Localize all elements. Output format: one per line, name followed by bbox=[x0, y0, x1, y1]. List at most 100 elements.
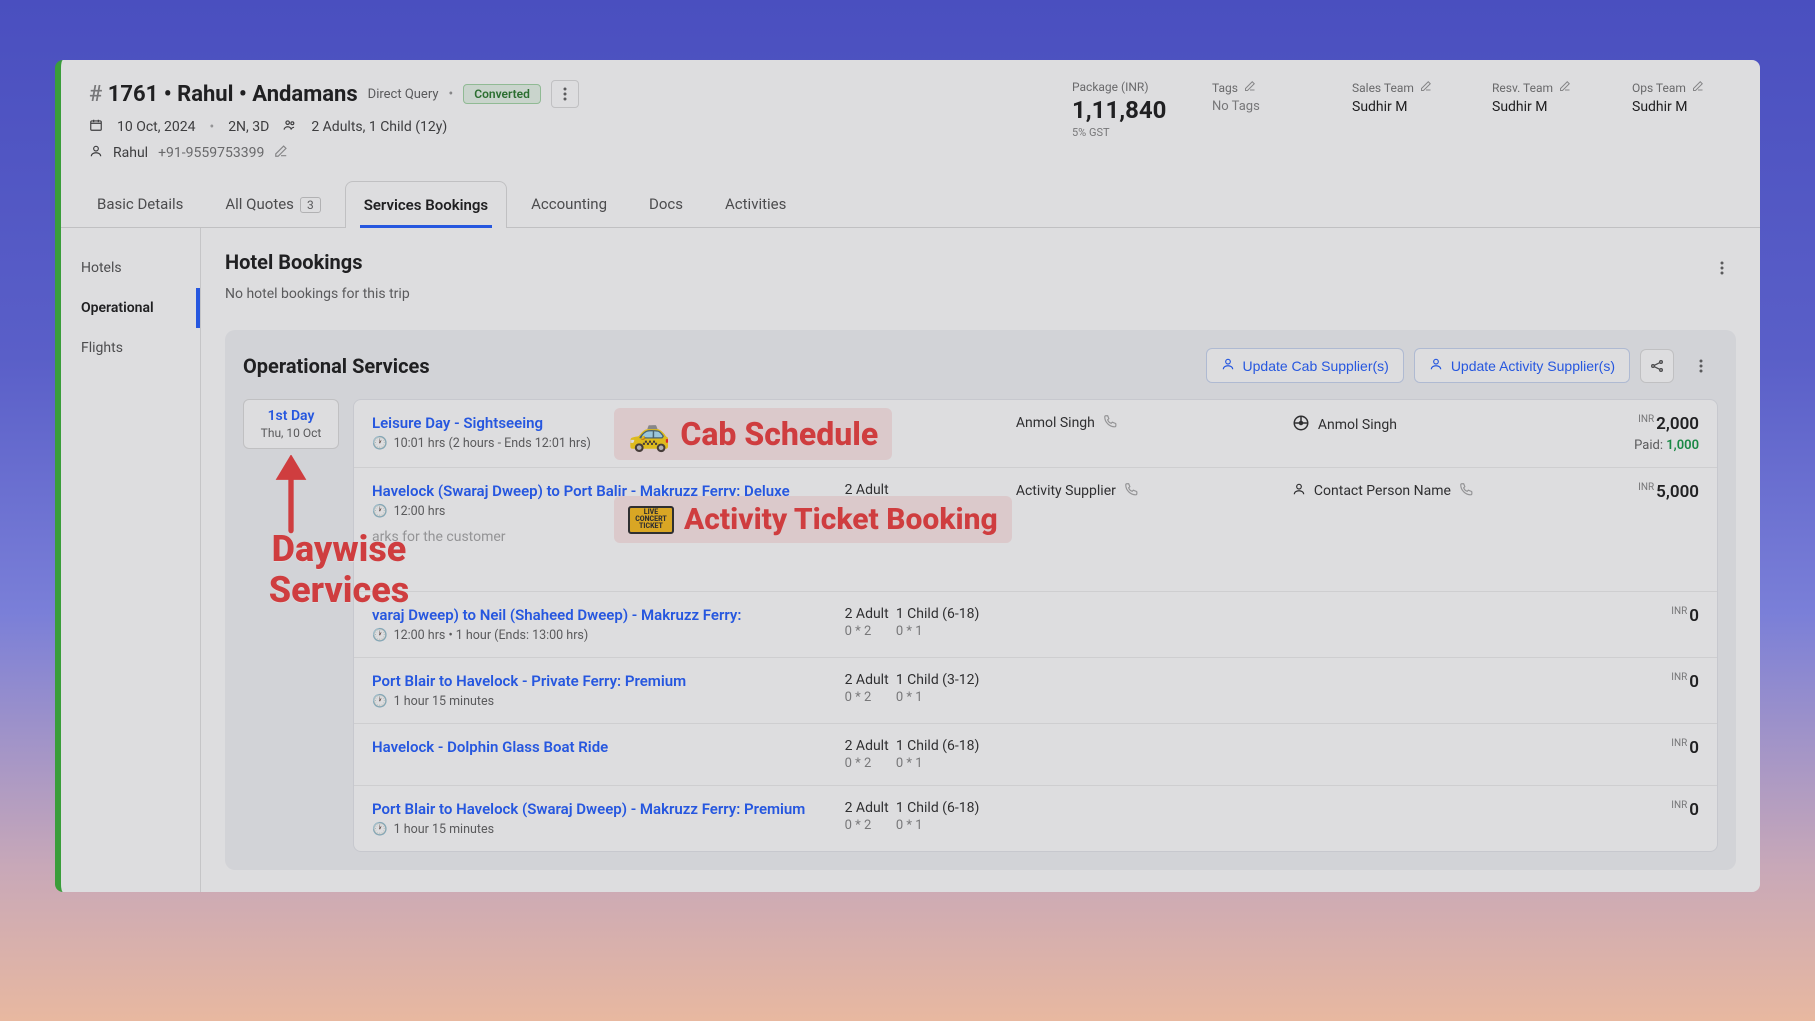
hotel-menu-button[interactable] bbox=[1708, 254, 1736, 282]
tags-block: Tags No Tags bbox=[1212, 80, 1312, 114]
service-title[interactable]: Port Blair to Havelock (Swaraj Dweep) - … bbox=[372, 800, 831, 818]
supplier-col: Anmol Singh bbox=[1016, 414, 1278, 432]
phone-icon[interactable] bbox=[1124, 482, 1138, 500]
child-col: 1 Child (3-12) 0 * 1 bbox=[896, 672, 1278, 705]
edit-tags-icon[interactable] bbox=[1244, 80, 1256, 95]
day-card[interactable]: 1st Day Thu, 10 Oct bbox=[243, 399, 339, 449]
contact-row: Rahul +91-9559753399 bbox=[89, 144, 579, 162]
sidebar-item-flights[interactable]: Flights bbox=[61, 328, 200, 368]
clock-icon: 🕐 bbox=[372, 628, 388, 643]
service-row: Port Blair to Havelock - Private Ferry: … bbox=[354, 658, 1717, 724]
contact-name: Rahul bbox=[113, 145, 148, 161]
service-time: 🕐12:00 hrs • 1 hour (Ends: 13:00 hrs) bbox=[372, 628, 831, 643]
price-col: INR0 bbox=[1568, 672, 1699, 692]
customer-name: Rahul bbox=[177, 82, 233, 107]
contact-name: Contact Person Name bbox=[1314, 483, 1451, 499]
ticket-icon: LIVE CONCERT TICKET bbox=[628, 506, 674, 534]
quotes-count-badge: 3 bbox=[300, 197, 321, 213]
nights-days: 2N, 3D bbox=[228, 119, 269, 135]
price-col: INR5,000 bbox=[1568, 482, 1699, 502]
clock-icon: 🕐 bbox=[372, 822, 388, 837]
price-col: INR0 bbox=[1568, 738, 1699, 758]
tab-docs[interactable]: Docs bbox=[631, 181, 701, 227]
clock-icon: 🕐 bbox=[372, 694, 388, 709]
edit-sales-icon[interactable] bbox=[1420, 80, 1432, 95]
tags-value: No Tags bbox=[1212, 99, 1312, 114]
body-row: Hotels Operational Flights Hotel Booking… bbox=[61, 228, 1760, 892]
app-window: # 1761 • Rahul • Andamans Direct Query •… bbox=[55, 60, 1760, 892]
title-row: # 1761 • Rahul • Andamans Direct Query •… bbox=[89, 80, 579, 108]
sales-block: Sales Team Sudhir M bbox=[1352, 80, 1452, 115]
supplier-name: Activity Supplier bbox=[1016, 483, 1116, 499]
edit-ops-icon[interactable] bbox=[1692, 80, 1704, 95]
start-date: 10 Oct, 2024 bbox=[117, 119, 195, 135]
service-title[interactable]: Havelock - Dolphin Glass Boat Ride bbox=[372, 738, 831, 756]
sales-value: Sudhir M bbox=[1352, 99, 1452, 115]
operational-title: Operational Services bbox=[243, 354, 430, 378]
user-icon bbox=[89, 144, 103, 162]
steering-icon bbox=[1292, 414, 1310, 436]
child-col: 1 Child (6-18) 0 * 1 bbox=[896, 738, 1278, 771]
trip-title: # 1761 • Rahul • Andamans bbox=[89, 82, 358, 107]
operational-panel: Operational Services Update Cab Supplier… bbox=[225, 330, 1736, 870]
price-col: INR2,000 Paid: 1,000 bbox=[1568, 414, 1699, 453]
day-name: 1st Day bbox=[250, 408, 332, 424]
ops-block: Ops Team Sudhir M bbox=[1632, 80, 1732, 115]
day-date: Thu, 10 Oct bbox=[250, 426, 332, 440]
daywise-annotation: Daywise Services bbox=[239, 529, 439, 612]
tabs-bar: Basic Details All Quotes3 Services Booki… bbox=[61, 180, 1760, 228]
ops-value: Sudhir M bbox=[1632, 99, 1732, 115]
service-row: Havelock (Swaraj Dweep) to Port Balir - … bbox=[354, 468, 1717, 592]
tab-basic-details[interactable]: Basic Details bbox=[79, 181, 201, 227]
trip-id: 1761 bbox=[108, 82, 159, 107]
service-info: varaj Dweep) to Neil (Shaheed Dweep) - M… bbox=[372, 606, 831, 643]
sidebar-item-hotels[interactable]: Hotels bbox=[61, 248, 200, 288]
package-block: Package (INR) 1,11,840 5% GST bbox=[1072, 80, 1172, 139]
trip-menu-button[interactable] bbox=[551, 80, 579, 108]
gst-label: 5% GST bbox=[1072, 126, 1172, 139]
calendar-icon bbox=[89, 118, 103, 136]
trip-meta-row: 10 Oct, 2024 • 2N, 3D 2 Adults, 1 Child … bbox=[89, 118, 579, 136]
tab-services-bookings[interactable]: Services Bookings bbox=[345, 181, 507, 228]
contact-phone: +91-9559753399 bbox=[158, 145, 264, 161]
source-label: Direct Query bbox=[368, 87, 439, 102]
operational-header: Operational Services Update Cab Supplier… bbox=[243, 348, 1718, 383]
service-info: Port Blair to Havelock (Swaraj Dweep) - … bbox=[372, 800, 831, 837]
edit-resv-icon[interactable] bbox=[1559, 80, 1571, 95]
service-title[interactable]: varaj Dweep) to Neil (Shaheed Dweep) - M… bbox=[372, 606, 831, 624]
share-button[interactable] bbox=[1640, 349, 1674, 383]
service-list: Leisure Day - Sightseeing 🕐 10:01 hrs (2… bbox=[353, 399, 1718, 852]
clock-icon: 🕐 bbox=[372, 504, 388, 519]
destination-name: Andamans bbox=[252, 82, 357, 107]
arrow-up-icon bbox=[261, 455, 321, 535]
service-row: Havelock - Dolphin Glass Boat Ride 2 Adu… bbox=[354, 724, 1717, 786]
edit-contact-icon[interactable] bbox=[274, 144, 288, 162]
update-cab-supplier-button[interactable]: Update Cab Supplier(s) bbox=[1206, 348, 1404, 383]
operational-menu-button[interactable] bbox=[1684, 349, 1718, 383]
price-amount: INR2,000 bbox=[1568, 414, 1699, 434]
tab-accounting[interactable]: Accounting bbox=[513, 181, 625, 227]
child-col: 1 Child (6-18) 0 * 1 bbox=[896, 606, 1278, 639]
service-time: 🕐1 hour 15 minutes bbox=[372, 694, 831, 709]
phone-icon[interactable] bbox=[1103, 414, 1117, 432]
phone-icon[interactable] bbox=[1459, 482, 1473, 500]
status-badge: Converted bbox=[463, 84, 541, 104]
service-row: Leisure Day - Sightseeing 🕐 10:01 hrs (2… bbox=[354, 400, 1717, 468]
service-row: varaj Dweep) to Neil (Shaheed Dweep) - M… bbox=[354, 592, 1717, 658]
user-icon bbox=[1221, 357, 1235, 374]
sidebar-item-operational[interactable]: Operational bbox=[61, 288, 200, 328]
service-info: Havelock - Dolphin Glass Boat Ride bbox=[372, 738, 831, 760]
price-amount: INR5,000 bbox=[1568, 482, 1699, 502]
service-row: Port Blair to Havelock (Swaraj Dweep) - … bbox=[354, 786, 1717, 851]
resv-block: Resv. Team Sudhir M bbox=[1492, 80, 1592, 115]
update-activity-supplier-button[interactable]: Update Activity Supplier(s) bbox=[1414, 348, 1630, 383]
header-left: # 1761 • Rahul • Andamans Direct Query •… bbox=[89, 80, 579, 162]
service-title[interactable]: Port Blair to Havelock - Private Ferry: … bbox=[372, 672, 831, 690]
tab-all-quotes[interactable]: All Quotes3 bbox=[207, 181, 338, 227]
price-col: INR0 bbox=[1568, 606, 1699, 626]
tab-activities[interactable]: Activities bbox=[707, 181, 804, 227]
child-col: 1 Child (6-18) 0 * 1 bbox=[896, 800, 1278, 833]
ops-label: Ops Team bbox=[1632, 80, 1732, 95]
price-col: INR0 bbox=[1568, 800, 1699, 820]
paid-line: Paid: 1,000 bbox=[1568, 438, 1699, 453]
